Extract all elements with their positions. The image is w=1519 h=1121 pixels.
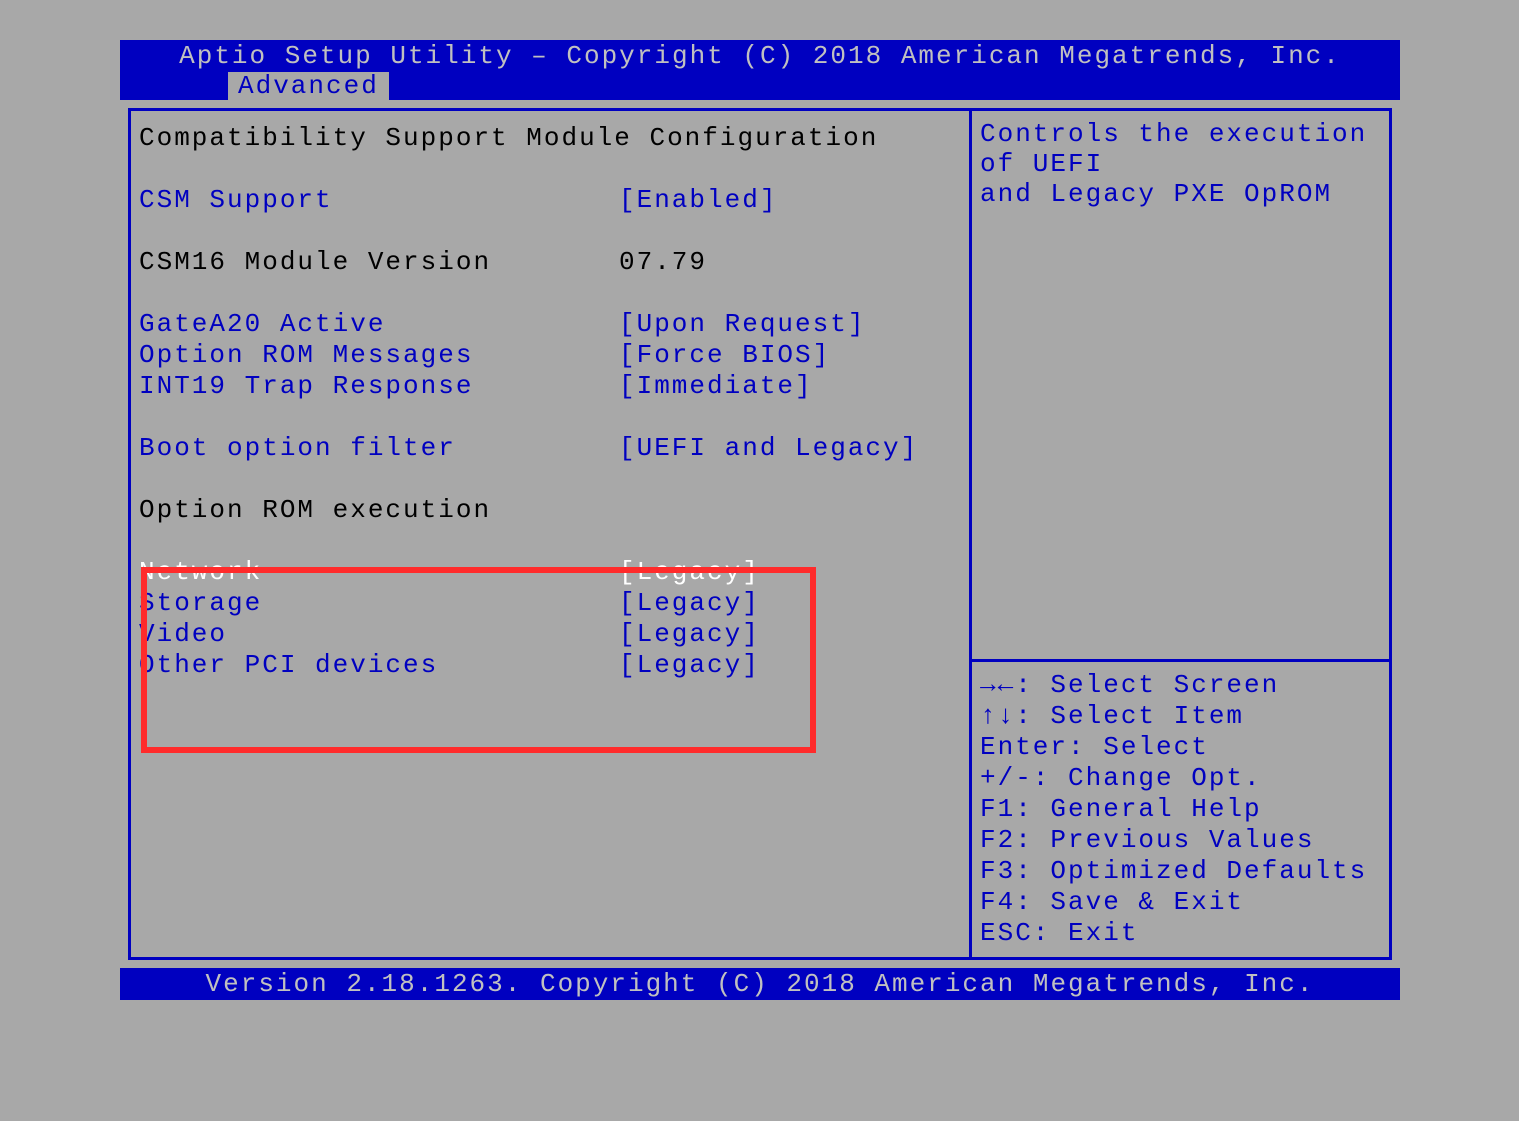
setting-video[interactable]: Video [Legacy] — [139, 619, 961, 650]
key-change-opt: +/-: Change Opt. — [980, 763, 1381, 794]
tab-advanced[interactable]: Advanced — [228, 72, 389, 100]
footer-bar: Version 2.18.1263. Copyright (C) 2018 Am… — [120, 968, 1400, 1000]
panels: Compatibility Support Module Configurati… — [120, 100, 1400, 968]
key-select-item: ↑↓: Select Item — [980, 701, 1381, 732]
label-boot-filter: Boot option filter — [139, 433, 619, 464]
key-f1: F1: General Help — [980, 794, 1381, 825]
value-other-pci: [Legacy] — [619, 650, 760, 681]
value-video: [Legacy] — [619, 619, 760, 650]
label-csm16-version: CSM16 Module Version — [139, 247, 619, 278]
setting-csm16-version: CSM16 Module Version 07.79 — [139, 247, 961, 278]
panel-main: Compatibility Support Module Configurati… — [128, 108, 972, 960]
setting-int19[interactable]: INT19 Trap Response [Immediate] — [139, 371, 961, 402]
label-int19: INT19 Trap Response — [139, 371, 619, 402]
label-gatea20: GateA20 Active — [139, 309, 619, 340]
setting-network[interactable]: Network [Legacy] — [139, 557, 961, 588]
key-enter: Enter: Select — [980, 732, 1381, 763]
setting-storage[interactable]: Storage [Legacy] — [139, 588, 961, 619]
setting-gatea20[interactable]: GateA20 Active [Upon Request] — [139, 309, 961, 340]
setting-csm-support[interactable]: CSM Support [Enabled] — [139, 185, 961, 216]
value-int19: [Immediate] — [619, 371, 813, 402]
help-text-line2: and Legacy PXE OpROM — [980, 179, 1381, 209]
value-oprom-messages: [Force BIOS] — [619, 340, 830, 371]
key-esc: ESC: Exit — [980, 918, 1381, 949]
value-boot-filter: [UEFI and Legacy] — [619, 433, 918, 464]
value-csm-support: [Enabled] — [619, 185, 777, 216]
section-title: Compatibility Support Module Configurati… — [139, 123, 961, 154]
title-bar: Aptio Setup Utility – Copyright (C) 2018… — [120, 40, 1400, 72]
label-storage: Storage — [139, 588, 619, 619]
key-f4: F4: Save & Exit — [980, 887, 1381, 918]
setting-other-pci[interactable]: Other PCI devices [Legacy] — [139, 650, 961, 681]
label-network: Network — [139, 557, 619, 588]
value-csm16-version: 07.79 — [619, 247, 707, 278]
setting-oprom-messages[interactable]: Option ROM Messages [Force BIOS] — [139, 340, 961, 371]
value-storage: [Legacy] — [619, 588, 760, 619]
value-network: [Legacy] — [619, 557, 760, 588]
key-f2: F2: Previous Values — [980, 825, 1381, 856]
label-csm-support: CSM Support — [139, 185, 619, 216]
label-video: Video — [139, 619, 619, 650]
setting-boot-filter[interactable]: Boot option filter [UEFI and Legacy] — [139, 433, 961, 464]
panel-help: Controls the execution of UEFI and Legac… — [972, 108, 1392, 960]
section-oprom-exec: Option ROM execution — [139, 495, 961, 526]
bios-window: Aptio Setup Utility – Copyright (C) 2018… — [120, 40, 1400, 1000]
help-text-line1: Controls the execution of UEFI — [980, 119, 1381, 179]
help-keys: →←: Select Screen ↑↓: Select Item Enter:… — [972, 662, 1389, 957]
label-other-pci: Other PCI devices — [139, 650, 619, 681]
tab-row: Advanced — [120, 72, 1400, 100]
key-f3: F3: Optimized Defaults — [980, 856, 1381, 887]
label-oprom-messages: Option ROM Messages — [139, 340, 619, 371]
key-select-screen: →←: Select Screen — [980, 670, 1381, 701]
value-gatea20: [Upon Request] — [619, 309, 865, 340]
help-description: Controls the execution of UEFI and Legac… — [972, 111, 1389, 659]
